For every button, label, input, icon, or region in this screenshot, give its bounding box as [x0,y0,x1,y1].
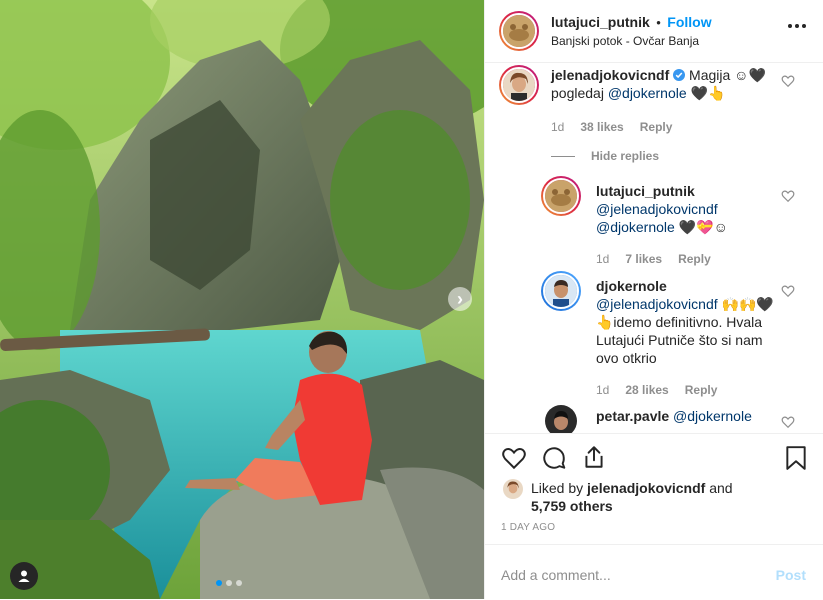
carousel-dot [236,580,242,586]
woman-avatar-icon [503,479,523,499]
share-icon[interactable] [581,444,607,470]
add-comment-bar: Add a comment... Post [485,544,823,600]
comment-likes[interactable]: 28 likes [625,383,668,397]
author-avatar[interactable] [499,11,539,51]
tagged-user-button[interactable] [10,562,38,590]
post-location[interactable]: Banjski potok - Ovčar Banja [551,34,712,48]
waterfall-scene [0,0,484,599]
commenter-avatar[interactable] [545,405,577,433]
comment-username[interactable]: lutajuci_putnik [596,183,695,199]
like-comment-heart-icon[interactable] [781,74,795,88]
like-heart-icon[interactable] [501,445,527,471]
comment-username[interactable]: petar.pavle [596,408,669,424]
commenter-avatar[interactable] [541,176,581,216]
follow-button[interactable]: Follow [667,14,711,30]
post-header: lutajuci_putnik • Follow Banjski potok -… [485,0,823,63]
commenter-avatar[interactable] [499,65,539,105]
comment-meta: 1d 38 likes Reply [551,120,672,134]
like-comment-heart-icon[interactable] [781,415,795,429]
comment-emoji: 🖤👆 [690,85,726,101]
mention-link[interactable]: @djokernole [608,85,687,101]
post-actions [485,433,823,480]
carousel-dot-active [216,580,222,586]
comment-username[interactable]: jelenadjokovicndf [551,67,669,83]
comment-meta: 1d 7 likes Reply [596,252,711,266]
person-icon [18,570,30,582]
liker-avatar[interactable] [503,479,523,499]
liked-by-label: Liked by [531,480,584,496]
reply-comment: petar.pavle @djokernole [596,407,781,425]
man-avatar-icon [543,273,579,309]
others-count[interactable]: 5,759 others [531,498,613,514]
comment-emoji: 🙌🙌🖤 [721,296,774,312]
comment-time[interactable]: 1d [596,252,609,266]
carousel-dots [216,580,242,586]
comment-bubble-icon[interactable] [541,445,567,471]
add-comment-input[interactable]: Add a comment... [501,567,611,583]
mention-link[interactable]: @djokernole [596,219,675,235]
comment-text: Lutajući Putniče što si nam [596,332,763,348]
post-side-panel: lutajuci_putnik • Follow Banjski potok -… [484,0,823,599]
comments-list[interactable]: jelenadjokovicndf Magija ☺🖤 pogledaj @dj… [485,62,823,433]
and-label: and [709,480,733,496]
carousel-dot [226,580,232,586]
post-comment-button[interactable]: Post [776,567,806,583]
mention-link[interactable]: @djokernole [673,408,752,424]
likes-text: Liked by jelenadjokovicndf and 5,759 oth… [531,479,801,515]
mention-link[interactable]: @jelenadjokovicndf [596,201,718,217]
comment-username[interactable]: djokernole [596,278,667,294]
comment-text-2: pogledaj [551,85,604,101]
next-photo-button[interactable]: › [448,287,472,311]
more-options-icon[interactable] [788,24,806,28]
woman-avatar-icon [501,67,537,103]
bookmark-icon[interactable] [784,445,808,471]
comment-time[interactable]: 1d [551,120,564,134]
comment-likes[interactable]: 7 likes [625,252,662,266]
comment-likes[interactable]: 38 likes [580,120,623,134]
man-avatar-icon [545,405,577,433]
comment: jelenadjokovicndf Magija ☺🖤 pogledaj @dj… [551,66,781,102]
mention-link[interactable]: @jelenadjokovicndf [596,296,718,312]
reply-button[interactable]: Reply [685,383,718,397]
chevron-right-icon: › [457,289,463,309]
camel-avatar-icon [543,178,579,214]
like-comment-heart-icon[interactable] [781,189,795,203]
comment-time[interactable]: 1d [596,383,609,397]
camel-avatar-icon [501,13,537,49]
comment-emoji: 🖤💝☺ [678,219,728,235]
verified-badge-icon [673,69,686,81]
author-username[interactable]: lutajuci_putnik [551,14,650,30]
comment-text: Magija ☺🖤 [689,67,766,83]
comment-meta: 1d 28 likes Reply [596,383,717,397]
header-separator: • [656,15,661,30]
post-photo[interactable] [0,0,484,599]
like-comment-heart-icon[interactable] [781,284,795,298]
commenter-avatar[interactable] [541,271,581,311]
reply-button[interactable]: Reply [640,120,673,134]
hide-replies-label: Hide replies [591,149,660,163]
reply-comment: djokernole @jelenadjokovicndf 🙌🙌🖤 👆idemo… [596,277,781,367]
hide-replies-toggle[interactable]: Hide replies [551,149,659,163]
liker-username[interactable]: jelenadjokovicndf [587,480,705,496]
reply-comment: lutajuci_putnik @jelenadjokovicndf @djok… [596,182,781,236]
replies-divider [551,155,575,157]
post-timestamp[interactable]: 1 DAY AGO [501,522,555,533]
comment-text: ovo otkrio [596,350,657,366]
reply-button[interactable]: Reply [678,252,711,266]
comment-text: 👆idemo definitivno. Hvala [596,314,763,330]
